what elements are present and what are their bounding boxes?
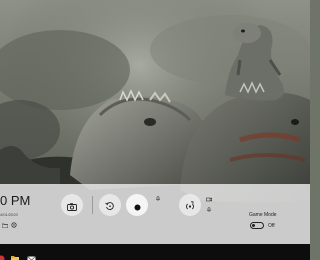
camera-icon (67, 196, 77, 215)
start-icon[interactable] (0, 248, 5, 260)
toolbar-divider (92, 196, 93, 214)
broadcast-button[interactable] (179, 194, 201, 216)
toggle-knob (252, 224, 255, 227)
game-mode-label: Game Mode (249, 212, 277, 218)
replay-icon (105, 196, 115, 215)
camera-toggle-icon[interactable] (205, 196, 212, 202)
game-mode-toggle[interactable] (250, 222, 264, 229)
record-button[interactable] (126, 194, 148, 216)
folder-icon[interactable] (1, 222, 8, 228)
microphone-icon[interactable] (154, 196, 161, 202)
mail-icon[interactable] (27, 248, 36, 260)
screenshot-button[interactable] (61, 194, 83, 216)
toggle-state-label: Off (268, 223, 275, 229)
microphone-toggle-icon[interactable] (205, 207, 212, 213)
broadcast-icon (185, 196, 195, 215)
record-last-button[interactable] (99, 194, 121, 216)
clock-time: 0 PM (0, 193, 31, 208)
file-explorer-icon[interactable] (11, 248, 19, 260)
taskbar (0, 244, 310, 260)
gear-icon[interactable] (10, 222, 17, 228)
record-dot-icon (134, 196, 141, 215)
clock-date: 4/01/2020 (0, 212, 18, 217)
